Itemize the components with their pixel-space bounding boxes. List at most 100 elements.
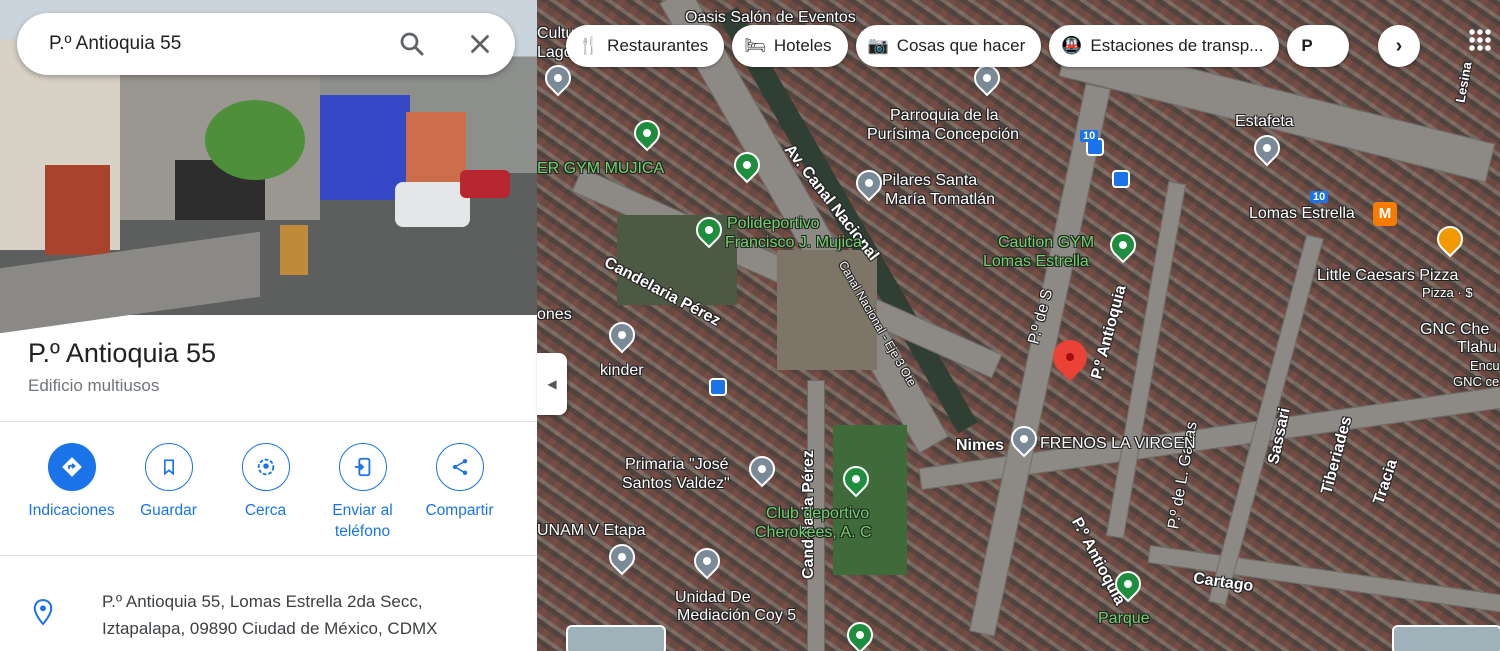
school-pin[interactable] <box>850 164 888 202</box>
transit-icon: 🚇 <box>1061 36 1083 55</box>
map-label: kinder <box>600 362 644 379</box>
send-to-phone-icon <box>338 443 387 491</box>
action-label: Indicaciones <box>28 502 115 519</box>
route-badge: 10 <box>1080 130 1099 142</box>
metro-station-icon[interactable]: M <box>1373 202 1397 226</box>
divider <box>0 555 537 556</box>
nearby-button[interactable]: Cerca <box>217 443 314 542</box>
school-pin[interactable] <box>743 450 781 488</box>
collapse-panel-button[interactable]: ◀ <box>537 353 567 415</box>
chip-hoteles[interactable]: 🛏 Hoteles <box>732 25 848 67</box>
layer-thumbnail[interactable] <box>566 625 666 651</box>
map-label: Tracia <box>1370 457 1401 507</box>
map-label: Estafeta <box>1235 113 1294 130</box>
chip-label: Estaciones de transp... <box>1090 36 1264 55</box>
bus-stop-icon[interactable] <box>709 378 727 396</box>
map-label: Parque <box>1098 610 1150 627</box>
close-icon[interactable] <box>465 29 495 59</box>
place-title: P.º Antioquia 55 <box>28 338 217 368</box>
chevron-right-icon[interactable]: › <box>1378 25 1420 67</box>
action-label: Enviar al teléfono <box>332 502 393 540</box>
restaurant-pin[interactable] <box>1431 220 1469 258</box>
address-line: P.º Antioquia 55, Lomas Estrella 2da Sec… <box>102 592 423 611</box>
map-label: Parroquia de la <box>890 107 999 124</box>
map-label: P.º Antioquia <box>1088 283 1130 382</box>
map-label: Francisco J. Mujica <box>725 234 862 251</box>
map-label: GNC Che <box>1420 321 1490 338</box>
map-label: María Tomatlán <box>885 191 995 208</box>
share-button[interactable]: Compartir <box>411 443 508 542</box>
gym-pin[interactable] <box>628 114 666 152</box>
school-pin[interactable] <box>603 316 641 354</box>
category-chips: 🍴 Restaurantes 🛏 Hoteles 📷 Cosas que hacer … <box>566 25 1349 67</box>
map-label: Cherokees, A. C <box>755 524 872 541</box>
map-label: Lomas Estrella <box>1249 205 1355 222</box>
bus-stop-icon[interactable] <box>1112 170 1130 188</box>
chip-label: Hoteles <box>773 36 832 55</box>
route-badge: 10 <box>1310 191 1329 203</box>
hotel-icon: 🛏 <box>744 36 766 55</box>
map-label: ER GYM MUJICA <box>537 160 665 177</box>
camera-icon: 📷 <box>867 36 889 55</box>
map-label: Pizza · $ <box>1422 285 1473 300</box>
search-box <box>17 13 515 75</box>
chip-estaciones[interactable]: 🚇 Estaciones de transp... <box>1049 25 1280 67</box>
map-label: Polideportivo <box>727 215 820 232</box>
map-label: Pilares Santa <box>882 172 978 189</box>
chip-label: Cosas que hacer <box>896 36 1026 55</box>
nearby-icon <box>241 443 290 491</box>
directions-icon <box>47 443 96 491</box>
map-label: Encu <box>1470 358 1500 373</box>
map-label: ones <box>537 306 572 323</box>
gym-pin[interactable] <box>1104 226 1142 264</box>
map-label: Primaria "José <box>625 456 729 473</box>
chip-label: Restaurantes <box>607 36 709 55</box>
tree <box>205 100 305 180</box>
action-label: Guardar <box>140 502 197 519</box>
map-label: Club deportivo <box>766 505 870 522</box>
sign-board <box>280 225 308 275</box>
map-canvas[interactable]: Oasis Salón de Eventos Cultu Lago Parroq… <box>537 0 1500 651</box>
map-label: Mediación Coy 5 <box>677 607 797 624</box>
place-panel: P.º Antioquia 55 Edificio multiusos Indi… <box>0 0 537 651</box>
share-icon <box>435 443 484 491</box>
map-label: UNAM V Etapa <box>537 522 646 539</box>
apps-grid-icon[interactable] <box>1468 28 1492 52</box>
chip-cosas-que-hacer[interactable]: 📷 Cosas que hacer <box>855 25 1042 67</box>
government-pin[interactable] <box>688 542 726 580</box>
map-label: Tlahu <box>1457 339 1498 356</box>
door <box>45 165 110 255</box>
chip-label: P <box>1301 36 1313 55</box>
divider <box>0 421 537 422</box>
car <box>460 170 510 198</box>
search-icon[interactable] <box>397 29 427 59</box>
chip-parking[interactable]: P <box>1287 25 1349 67</box>
map-label: Purísima Concepción <box>867 126 1020 143</box>
sports-field <box>833 425 907 575</box>
chip-restaurantes[interactable]: 🍴 Restaurantes <box>566 25 725 67</box>
address-text: P.º Antioquia 55, Lomas Estrella 2da Sec… <box>102 588 437 642</box>
map-label: GNC ce <box>1453 374 1500 389</box>
map-label: Little Caesars Pizza <box>1317 267 1459 284</box>
place-pin[interactable] <box>603 538 641 576</box>
send-to-phone-button[interactable]: Enviar al teléfono <box>314 443 411 542</box>
map-label: Santos Valdez" <box>622 475 730 492</box>
location-pin-icon <box>32 598 54 642</box>
restaurant-icon: 🍴 <box>578 36 600 55</box>
bookmark-icon <box>144 443 193 491</box>
save-button[interactable]: Guardar <box>120 443 217 542</box>
map-label: Caution GYM <box>998 234 1095 251</box>
building <box>406 112 466 187</box>
action-label: Compartir <box>425 502 494 519</box>
layer-thumbnail[interactable] <box>1392 625 1500 651</box>
map-label: Lesina <box>1452 60 1475 104</box>
place-category[interactable]: Edificio multiusos <box>28 376 159 396</box>
map-label: FRENOS LA VIRGEN <box>1040 435 1196 452</box>
directions-button[interactable]: Indicaciones <box>23 443 120 542</box>
search-input[interactable] <box>49 33 379 55</box>
action-label: Cerca <box>244 502 287 519</box>
courier-pin[interactable] <box>1248 129 1286 167</box>
car <box>395 182 470 227</box>
address-row[interactable]: P.º Antioquia 55, Lomas Estrella 2da Sec… <box>32 588 437 642</box>
park-pin[interactable] <box>841 616 879 651</box>
